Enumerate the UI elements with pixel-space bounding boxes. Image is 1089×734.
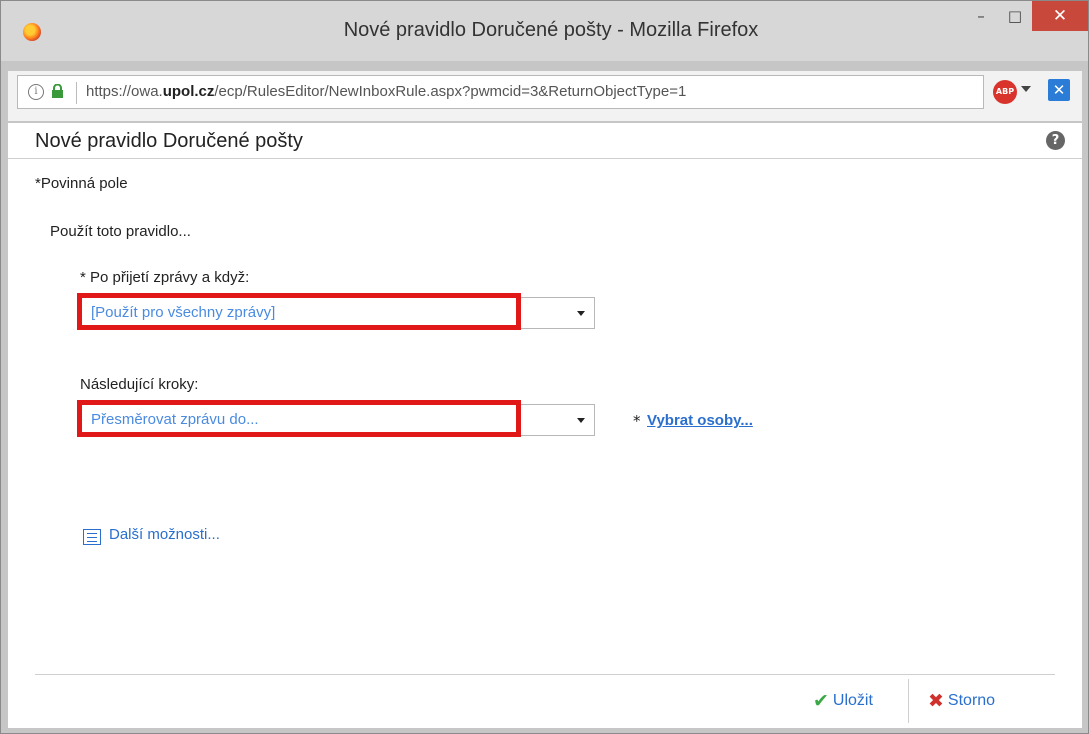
save-button-label: Uložit bbox=[832, 692, 873, 709]
dialog-header: Nové pravidlo Doručené pošty ? bbox=[8, 123, 1082, 159]
apply-rule-label: Použít toto pravidlo... bbox=[50, 223, 191, 240]
info-icon[interactable]: i bbox=[28, 84, 44, 100]
action-label: Následující kroky: bbox=[80, 376, 199, 393]
condition-label: * Po přijetí zprávy a když: bbox=[80, 269, 250, 286]
dialog-content: Nové pravidlo Doručené pošty ? *Povinná … bbox=[8, 123, 1082, 728]
more-options-icon[interactable] bbox=[83, 529, 101, 545]
cancel-button[interactable]: ✖ Storno bbox=[928, 685, 995, 717]
lock-icon[interactable] bbox=[51, 84, 64, 99]
checkmark-icon: ✔ bbox=[813, 690, 829, 712]
firefox-logo-icon bbox=[23, 23, 41, 41]
button-divider bbox=[908, 679, 909, 723]
minimize-button[interactable]: – bbox=[964, 1, 998, 31]
cancel-button-label: Storno bbox=[947, 692, 996, 709]
required-fields-note: *Povinná pole bbox=[35, 175, 128, 192]
url-text[interactable]: https://owa.upol.cz/ecp/RulesEditor/NewI… bbox=[86, 83, 686, 100]
save-button[interactable]: ✔ Uložit bbox=[813, 685, 873, 717]
more-options-link[interactable]: Další možnosti... bbox=[109, 526, 220, 543]
extension-icon[interactable]: ✕ bbox=[1048, 79, 1070, 101]
close-window-button[interactable]: ✕ bbox=[1032, 1, 1088, 31]
window-controls: – □ ✕ bbox=[964, 1, 1088, 31]
page-title: Nové pravidlo Doručené pošty bbox=[35, 130, 303, 152]
condition-select[interactable]: [Použít pro všechny zprávy] bbox=[80, 297, 595, 329]
select-people-link[interactable]: Vybrat osoby... bbox=[647, 412, 753, 429]
action-select[interactable]: Přesměrovat zprávu do... bbox=[80, 404, 595, 436]
chevron-down-icon bbox=[577, 311, 585, 316]
action-select-value: Přesměrovat zprávu do... bbox=[91, 411, 259, 428]
footer-divider bbox=[35, 674, 1055, 675]
window-title: Nové pravidlo Doručené pošty - Mozilla F… bbox=[343, 19, 759, 41]
select-people-required-star: * bbox=[633, 412, 641, 430]
condition-select-value: [Použít pro všechny zprávy] bbox=[91, 304, 276, 321]
chevron-down-icon bbox=[577, 418, 585, 423]
url-separator bbox=[76, 82, 77, 104]
maximize-button[interactable]: □ bbox=[998, 1, 1032, 31]
browser-window: Nové pravidlo Doručené pošty - Mozilla F… bbox=[0, 0, 1089, 734]
title-bar: Nové pravidlo Doručené pošty - Mozilla F… bbox=[1, 1, 1088, 61]
url-field[interactable]: i https://owa.upol.cz/ecp/RulesEditor/Ne… bbox=[17, 75, 984, 109]
adblock-plus-icon[interactable]: ABP bbox=[993, 80, 1017, 104]
x-icon: ✖ bbox=[928, 690, 944, 712]
address-bar: i https://owa.upol.cz/ecp/RulesEditor/Ne… bbox=[8, 71, 1082, 121]
help-icon[interactable]: ? bbox=[1046, 131, 1065, 150]
adblock-dropdown-icon[interactable] bbox=[1021, 86, 1031, 92]
